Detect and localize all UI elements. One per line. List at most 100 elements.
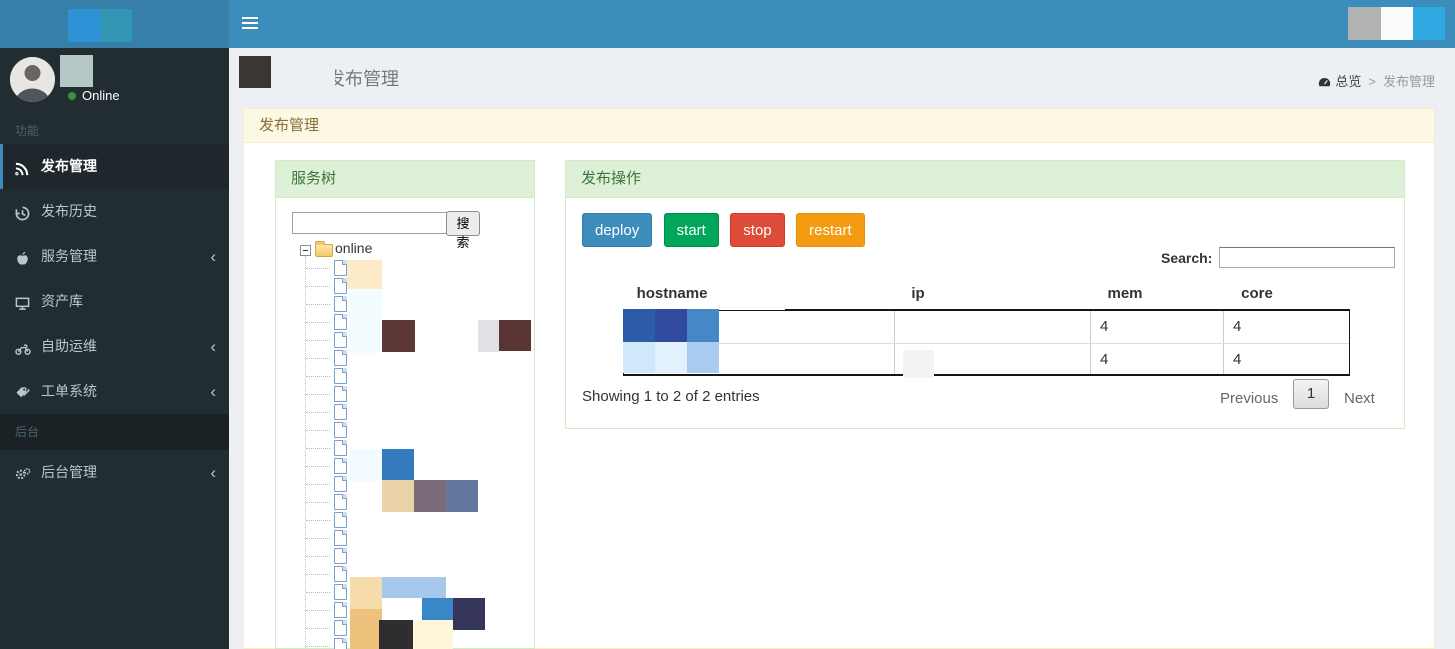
file-icon: [334, 638, 347, 649]
tree-connector: [306, 484, 330, 485]
sidebar-item-backend-manage[interactable]: 后台管理 ‹: [0, 450, 229, 495]
breadcrumb-root[interactable]: 总览: [1335, 74, 1361, 89]
cell-core-row2: 4: [1233, 351, 1242, 368]
breadcrumb: 总览 > 发布管理: [1318, 71, 1435, 90]
user-status: Online: [68, 88, 120, 103]
main-panel-title: 发布管理: [244, 109, 1434, 143]
table-search-label: Search:: [1161, 250, 1213, 266]
table-info-text: Showing 1 to 2 of 2 entries: [582, 388, 760, 405]
sidebar-item-ticket-system[interactable]: 工单系统 ‹: [0, 369, 229, 414]
tree-search-button[interactable]: 搜索: [446, 211, 480, 250]
sidebar-item-label: 发布管理: [41, 158, 97, 174]
sidebar-toggle-icon[interactable]: [242, 17, 258, 29]
tags-icon: [15, 370, 41, 415]
tree-node-file[interactable]: [276, 566, 536, 584]
tree-node-file[interactable]: [276, 548, 536, 566]
tree-connector: [306, 268, 330, 269]
sidebar-item-service-manage[interactable]: 服务管理 ‹: [0, 234, 229, 279]
action-buttons: deploy start stop restart: [582, 213, 872, 247]
file-icon: [334, 566, 347, 582]
tree-node-file[interactable]: [276, 296, 536, 314]
tree-node-file[interactable]: [276, 350, 536, 368]
tree-node-file[interactable]: [276, 386, 536, 404]
tree-node-file[interactable]: [276, 638, 536, 649]
sidebar-item-deploy-history[interactable]: 发布历史: [0, 189, 229, 234]
tree-node-file[interactable]: [276, 440, 536, 458]
menu-header-backend: 后台: [0, 414, 229, 450]
tree-connector: [306, 448, 330, 449]
sidebar-item-label: 服务管理: [41, 248, 97, 264]
service-tree-panel: 服务树 搜索 online: [275, 160, 535, 649]
tree-node-file[interactable]: [276, 368, 536, 386]
tree-connector: [306, 520, 330, 521]
chevron-left-icon: ‹: [210, 247, 216, 266]
tree-search-input[interactable]: [292, 212, 450, 234]
tree-connector: [306, 556, 330, 557]
sidebar-item-self-service-ops[interactable]: 自助运维 ‹: [0, 324, 229, 369]
tree-connector: [306, 304, 330, 305]
file-icon: [334, 476, 347, 492]
tree-node-file[interactable]: [276, 314, 536, 332]
tree-node-file[interactable]: [276, 260, 536, 278]
sidebar-item-label: 工单系统: [41, 383, 97, 399]
file-icon: [334, 530, 347, 546]
tree-node-file[interactable]: [276, 278, 536, 296]
sidebar-item-asset-library[interactable]: 资产库: [0, 279, 229, 324]
online-label: Online: [82, 88, 120, 103]
logo-area[interactable]: [0, 0, 229, 48]
tree-node-file[interactable]: [276, 476, 536, 494]
column-header-core[interactable]: core: [1241, 285, 1273, 302]
tree-node-file[interactable]: [276, 602, 536, 620]
pagination-next[interactable]: Next: [1344, 390, 1375, 407]
sidebar-item-deploy-manage[interactable]: 发布管理: [0, 144, 229, 189]
tree-connector: [306, 646, 330, 647]
sidebar-item-label: 后台管理: [41, 464, 97, 480]
content-area: 发布管理 总览 > 发布管理 发布管理 服务树 搜索 online 发布操作 dep…: [229, 48, 1455, 649]
column-header-mem[interactable]: mem: [1107, 285, 1142, 302]
tree-connector: [306, 610, 330, 611]
tree-connector: [306, 502, 330, 503]
tree-connector: [306, 358, 330, 359]
file-icon: [334, 368, 347, 384]
tree-connector: [306, 322, 330, 323]
file-icon: [334, 278, 347, 294]
tree-node-file[interactable]: [276, 332, 536, 350]
tree-collapse-icon[interactable]: [300, 245, 311, 256]
file-icon: [334, 458, 347, 474]
avatar[interactable]: [10, 57, 55, 102]
tree-connector: [306, 394, 330, 395]
start-button[interactable]: start: [663, 213, 719, 247]
tree-node-file[interactable]: [276, 584, 536, 602]
pagination-page-1[interactable]: 1: [1293, 379, 1329, 409]
deploy-button[interactable]: deploy: [582, 213, 653, 247]
file-icon: [334, 584, 347, 600]
tree-connector: [306, 412, 330, 413]
stop-button[interactable]: stop: [730, 213, 785, 247]
tree-connector: [306, 592, 330, 593]
tree-connector: [306, 538, 330, 539]
table-border-top: [623, 309, 1350, 311]
file-icon: [334, 494, 347, 510]
tree-node-file[interactable]: [276, 620, 536, 638]
tree-node-file[interactable]: [276, 404, 536, 422]
dashboard-icon: [1319, 77, 1331, 87]
tree-node-file[interactable]: [276, 530, 536, 548]
table-search-input[interactable]: [1219, 247, 1395, 268]
tree-node-file[interactable]: [276, 494, 536, 512]
history-icon: [15, 190, 41, 235]
restart-button[interactable]: restart: [796, 213, 865, 247]
tree-node-file[interactable]: [276, 458, 536, 476]
tree-connector: [306, 376, 330, 377]
tree-node-file[interactable]: [276, 422, 536, 440]
file-icon: [334, 314, 347, 330]
pagination-previous[interactable]: Previous: [1220, 390, 1278, 407]
table-border-bottom: [623, 374, 1350, 376]
tree-root-node[interactable]: online: [335, 240, 372, 256]
column-header-ip[interactable]: ip: [911, 285, 924, 302]
sidebar-item-label: 资产库: [41, 293, 83, 309]
column-header-hostname[interactable]: hostname: [637, 285, 708, 302]
tree-connector: [306, 340, 330, 341]
sidebar: Online 功能 发布管理 发布历史 服务管理 ‹ 资产库 自助运维 ‹ 工单…: [0, 48, 229, 649]
tree-node-file[interactable]: [276, 512, 536, 530]
user-panel: Online: [10, 57, 220, 107]
